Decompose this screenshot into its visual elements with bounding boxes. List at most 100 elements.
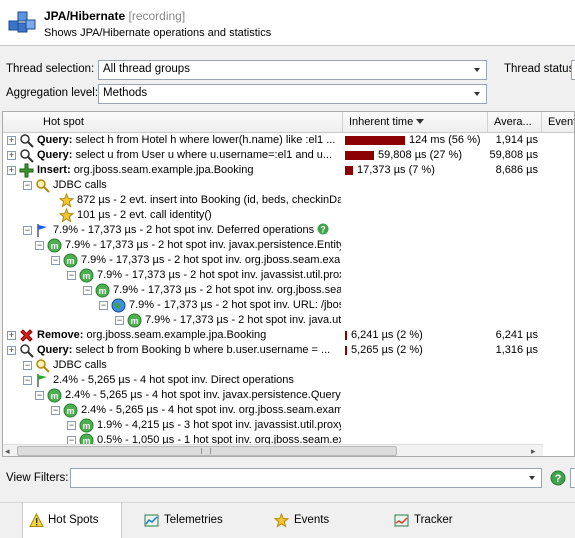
backtrace-row[interactable]: − m 7.9% - 17,373 µs - 2 hot spot inv. jav… (3, 238, 574, 253)
scroll-left-icon[interactable]: ◂ (5, 446, 15, 456)
hotspot-row[interactable]: + Remove: org.jboss.seam.example.jpa.Book… (3, 328, 574, 343)
expand-icon[interactable]: + (7, 136, 16, 145)
backtrace-row[interactable]: − m 7.9% - 17,373 µs - 2 hot spot inv. org… (3, 253, 574, 268)
expand-icon[interactable]: + (7, 331, 16, 340)
backtrace-row[interactable]: − JDBC calls (3, 178, 574, 193)
backtrace-row[interactable]: − JDBC calls (3, 358, 574, 373)
hotspot-cell: − JDBC calls (3, 358, 341, 373)
hotspot-row[interactable]: + Query: select b from Booking b where b.… (3, 343, 574, 358)
hotspot-type-label: Insert: (37, 164, 71, 176)
backtrace-row[interactable]: −101 µs - 2 evt. call identity() (3, 208, 574, 223)
expand-icon[interactable]: + (7, 346, 16, 355)
collapse-icon[interactable]: − (23, 181, 32, 190)
inherent-time-bar (345, 331, 347, 340)
thread-selection-dropdown[interactable]: All thread groups (98, 60, 487, 80)
hotspot-cell: + Query: select b from Booking b where b.… (3, 343, 341, 358)
hotspot-description: 7.9% - 17,373 µs - 2 hot spot inv. org.j… (113, 284, 341, 296)
hotspot-text: 2.4% - 5,265 µs - 4 hot spot inv. Direct… (53, 373, 294, 388)
collapse-icon[interactable]: − (23, 226, 32, 235)
view-title: JPA/Hibernate [recording] (44, 9, 186, 23)
hotspot-description: org.jboss.seam.example.jpa.Booking (86, 329, 267, 341)
horizontal-scrollbar[interactable]: ◂ ▸ (3, 444, 543, 456)
collapse-icon[interactable]: − (99, 301, 108, 310)
scrollbar-thumb[interactable] (17, 446, 397, 456)
backtrace-row[interactable]: − 7.9% - 17,373 µs - 2 hot spot inv. Defe… (3, 223, 574, 238)
view-filter-input[interactable] (70, 468, 542, 488)
chevron-down-icon (474, 68, 480, 72)
backtrace-row[interactable]: − m 2.4% - 5,265 µs - 4 hot spot inv. java… (3, 388, 574, 403)
backtrace-row[interactable]: − m 7.9% - 17,373 µs - 2 hot spot inv. org… (3, 283, 574, 298)
view-header: JPA/Hibernate [recording] Shows JPA/Hibe… (0, 0, 575, 46)
inherent-time-bar (345, 346, 347, 355)
hotspot-description: select b from Booking b where b.user.use… (75, 344, 331, 356)
method-icon: m (63, 253, 78, 268)
tab-telemetries[interactable]: Telemetries (140, 503, 235, 538)
tab-events-label: Events (294, 514, 330, 526)
inherent-time-value: 5,265 µs (2 %) (351, 344, 423, 356)
collapse-icon[interactable]: − (67, 421, 76, 430)
method-icon: m (79, 418, 94, 433)
hotspot-text: JDBC calls (53, 178, 107, 193)
hotspot-description: 2.4% - 5,265 µs - 4 hot spot inv. Direct… (53, 374, 294, 386)
hotspot-cell: − m 7.9% - 17,373 µs - 2 hot spot inv. jav… (3, 238, 341, 253)
scroll-right-icon[interactable]: ▸ (531, 446, 541, 456)
tab-hot-spots-label: Hot Spots (48, 514, 99, 526)
hotspot-cell: − m 7.9% - 17,373 µs - 2 hot spot inv. org… (3, 283, 341, 298)
column-header-hotspot[interactable]: Hot spot (3, 112, 343, 132)
aggregation-level-dropdown[interactable]: Methods (98, 84, 487, 104)
expand-icon[interactable]: + (7, 166, 16, 175)
method-icon: m (95, 283, 110, 298)
backtrace-row[interactable]: − 7.9% - 17,373 µs - 2 hot spot inv. URL:… (3, 298, 574, 313)
view-filters: View Filters: ? (0, 464, 575, 494)
hotspot-description: select u from User u where u.username=:e… (75, 149, 333, 161)
hotspot-type-label: Remove: (37, 329, 84, 341)
collapse-icon[interactable]: − (23, 361, 32, 370)
tracker-icon (394, 514, 409, 527)
inherent-time-value: 17,373 µs (7 %) (357, 164, 435, 176)
remove-x-icon (20, 329, 33, 342)
hotspot-text: Query: select u from User u where u.user… (37, 148, 332, 163)
hotspot-text: 7.9% - 17,373 µs - 2 hot spot inv. org.j… (113, 283, 341, 298)
help-icon[interactable]: ? (317, 223, 329, 235)
collapse-icon[interactable]: − (51, 256, 60, 265)
backtrace-row[interactable]: − m 7.9% - 17,373 µs - 2 hot spot inv. jav… (3, 313, 574, 328)
collapse-icon[interactable]: − (35, 241, 44, 250)
hotspot-cell: + Remove: org.jboss.seam.example.jpa.Book… (3, 328, 341, 343)
tab-events[interactable]: Events (270, 503, 350, 538)
tab-tracker[interactable]: Tracker (390, 503, 470, 538)
backtrace-row[interactable]: − 2.4% - 5,265 µs - 4 hot spot inv. Direc… (3, 373, 574, 388)
column-header-average[interactable]: Avera... (488, 112, 542, 132)
hotspot-type-label: Query: (37, 344, 73, 356)
backtrace-row[interactable]: −872 µs - 2 evt. insert into Booking (id… (3, 193, 574, 208)
collapse-icon[interactable]: − (115, 316, 124, 325)
hotspot-row[interactable]: + Query: select h from Hotel h where lowe… (3, 133, 574, 148)
thread-selection-label: Thread selection: (6, 63, 95, 75)
thread-status-dropdown[interactable] (571, 60, 575, 80)
backtrace-row[interactable]: − m 2.4% - 5,265 µs - 4 hot spot inv. org.… (3, 403, 574, 418)
filter-options-dropdown[interactable] (570, 468, 575, 488)
collapse-icon[interactable]: − (67, 271, 76, 280)
collapse-icon[interactable]: − (51, 406, 60, 415)
hotspot-description: 7.9% - 17,373 µs - 2 hot spot inv. Defer… (53, 224, 315, 236)
deferred-operations-flag-icon (37, 224, 47, 237)
query-magnifier-icon (20, 344, 34, 358)
hotspot-description: JDBC calls (53, 359, 107, 371)
backtrace-row[interactable]: − m 1.9% - 4,215 µs - 3 hot spot inv. java… (3, 418, 574, 433)
column-header-events[interactable]: Events (542, 112, 574, 132)
expand-icon[interactable]: + (7, 151, 16, 160)
collapse-icon[interactable]: − (23, 376, 32, 385)
hotspot-description: 1.9% - 4,215 µs - 3 hot spot inv. javass… (97, 419, 341, 431)
collapse-icon[interactable]: − (83, 286, 92, 295)
hotspot-cell: −101 µs - 2 evt. call identity() (3, 208, 341, 223)
collapse-icon[interactable]: − (35, 391, 44, 400)
help-icon[interactable]: ? (550, 470, 566, 486)
hotspot-description: 101 µs - 2 evt. call identity() (77, 209, 212, 221)
hotspot-text: Query: select b from Booking b where b.u… (37, 343, 330, 358)
tab-hot-spots[interactable]: Hot Spots (22, 503, 122, 538)
hotspot-row[interactable]: + Query: select u from User u where u.use… (3, 148, 574, 163)
warning-icon (29, 513, 44, 527)
hotspot-row[interactable]: + Insert: org.jboss.seam.example.jpa.Book… (3, 163, 574, 178)
column-header-inherent-time[interactable]: Inherent time (343, 112, 488, 132)
inherent-time-cell: 17,373 µs (7 %) (343, 163, 486, 178)
backtrace-row[interactable]: − m 7.9% - 17,373 µs - 2 hot spot inv. jav… (3, 268, 574, 283)
